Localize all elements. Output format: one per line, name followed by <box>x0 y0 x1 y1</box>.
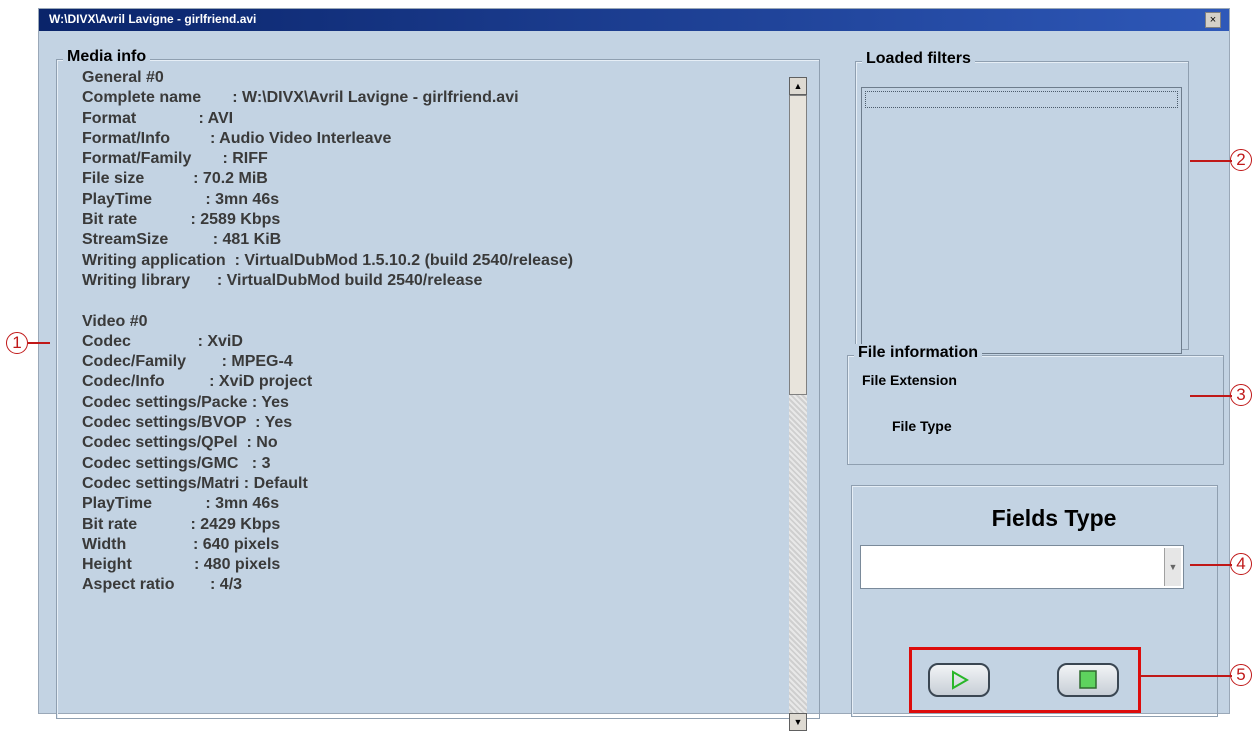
scroll-up-icon[interactable]: ▲ <box>789 77 807 95</box>
scroll-down-icon[interactable]: ▼ <box>789 713 807 731</box>
close-button[interactable]: × <box>1205 12 1221 28</box>
media-info-line: Writing library : VirtualDubMod build 25… <box>82 271 483 289</box>
media-info-line: StreamSize : 481 KiB <box>82 231 282 249</box>
media-info-line: Format : AVI <box>82 109 234 127</box>
media-info-line: Bit rate : 2429 Kbps <box>82 515 281 533</box>
fields-type-dropdown[interactable]: ▼ <box>860 545 1184 589</box>
title-bar[interactable]: W:\DIVX\Avril Lavigne - girlfriend.avi × <box>39 9 1229 31</box>
media-info-line: Aspect ratio : 4/3 <box>82 576 243 594</box>
media-info-line: Writing application : VirtualDubMod 1.5.… <box>82 251 574 269</box>
callout-3-line <box>1190 395 1232 397</box>
media-info-line: PlayTime : 3mn 46s <box>82 495 280 513</box>
media-info-line: Video #0 <box>82 312 148 330</box>
media-info-line: Codec/Family : MPEG-4 <box>82 353 293 371</box>
callout-4: 4 <box>1230 553 1252 575</box>
media-info-line <box>82 291 573 311</box>
media-info-text[interactable]: General #0 Complete name : W:\DIVX\Avril … <box>82 68 573 596</box>
play-button[interactable] <box>928 663 990 697</box>
media-info-line: Width : 640 pixels <box>82 535 280 553</box>
scrollbar-thumb[interactable] <box>789 95 807 395</box>
media-info-line: Codec settings/Packe : Yes <box>82 393 289 411</box>
callout-2: 2 <box>1230 149 1252 171</box>
file-extension-label: File Extension <box>862 372 957 388</box>
media-info-line: Codec settings/GMC : 3 <box>82 454 271 472</box>
media-info-line: Bit rate : 2589 Kbps <box>82 211 281 229</box>
fields-type-title: Fields Type <box>991 505 1117 531</box>
media-info-scrollbar[interactable]: ▲ ▼ <box>789 77 807 731</box>
media-info-line: Format/Family : RIFF <box>82 150 268 168</box>
play-icon <box>952 670 970 690</box>
media-info-line: Codec settings/Matri : Default <box>82 474 308 492</box>
file-type-label: File Type <box>892 418 952 434</box>
callout-1: 1 <box>6 332 28 354</box>
media-info-line: Codec : XviD <box>82 332 243 350</box>
callout-2-line <box>1190 160 1232 162</box>
window-title: W:\DIVX\Avril Lavigne - girlfriend.avi <box>49 12 257 26</box>
stop-icon <box>1079 670 1097 689</box>
media-info-line: PlayTime : 3mn 46s <box>82 190 280 208</box>
app-window: W:\DIVX\Avril Lavigne - girlfriend.avi ×… <box>38 8 1230 731</box>
loaded-filters-legend: Loaded filters <box>862 50 975 68</box>
stop-button[interactable] <box>1057 663 1119 697</box>
media-info-line: Complete name : W:\DIVX\Avril Lavigne - … <box>82 89 519 107</box>
media-info-group: Media info General #0 Complete name : W:\… <box>56 48 820 719</box>
loaded-filters-list[interactable] <box>861 87 1182 354</box>
media-info-line: Height : 480 pixels <box>82 556 281 574</box>
filters-list-item[interactable] <box>865 91 1178 108</box>
media-info-line: Codec settings/QPel : No <box>82 434 278 452</box>
chevron-down-icon[interactable]: ▼ <box>1164 548 1181 586</box>
callout-4-line <box>1190 564 1232 566</box>
media-info-line: General #0 <box>82 69 164 86</box>
callout-5-line <box>1140 675 1232 677</box>
media-info-line: File size : 70.2 MiB <box>82 170 268 188</box>
playback-controls-highlight <box>909 647 1141 713</box>
callout-5: 5 <box>1230 664 1252 686</box>
callout-1-line <box>28 342 50 344</box>
file-information-group: File information File Extension File Typ… <box>847 344 1224 465</box>
callout-3: 3 <box>1230 384 1252 406</box>
media-info-line: Format/Info : Audio Video Interleave <box>82 129 392 147</box>
media-info-legend: Media info <box>63 48 151 66</box>
media-info-line: Codec/Info : XviD project <box>82 373 313 391</box>
file-information-legend: File information <box>854 344 982 362</box>
media-info-line: Codec settings/BVOP : Yes <box>82 414 293 432</box>
